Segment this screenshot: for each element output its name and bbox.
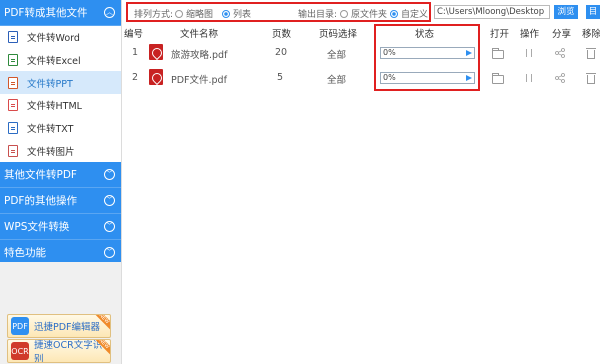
sidebar-item-ppt[interactable]: 文件转PPT [0,71,121,95]
ppt-doc-icon [8,76,18,89]
chevron-down-icon: ﹀ [104,195,115,207]
col-share: 分享 [552,29,572,40]
section-label: 特色功能 [4,247,46,260]
pause-icon[interactable] [526,49,532,57]
pause-icon[interactable] [526,74,532,82]
col-pages: 页数 [272,29,292,40]
sidebar-item-word[interactable]: 文件转Word [0,26,121,49]
sidebar-item-image[interactable]: 文件转图片 [0,139,121,162]
trash-icon[interactable] [586,48,596,59]
share-icon[interactable] [555,48,565,58]
sub-menu: 文件转Word 文件转Excel 文件转PPT 文件转HTML 文件转TXT 文… [0,26,121,163]
pdf-file-icon [149,69,163,85]
open-dir-button[interactable]: 目 [586,5,600,19]
txt-doc-icon [8,122,18,135]
row-pages: 20 [275,47,288,58]
main-panel: 排列方式: 缩略图 列表 输出目录: 原文件夹 自定义 C:\Users\Mlo… [122,0,600,364]
table-row[interactable]: 1 旅游攻略.pdf 20 全部 0% [122,40,600,66]
section-pdf-to-other[interactable]: PDF转成其他文件 ︿ [0,0,121,26]
col-remove: 移除 [582,29,600,40]
sidebar-item-label: 文件转Excel [27,56,81,68]
folder-icon[interactable] [492,48,504,59]
promo-pdf-editor[interactable]: PDF 迅捷PDF编辑器 NEW [7,314,111,338]
col-open: 打开 [490,29,510,40]
excel-doc-icon [8,54,18,67]
section-pdf-other-ops[interactable]: PDF的其他操作 ﹀ [0,188,121,215]
section-label: WPS文件转换 [4,221,70,234]
row-pages: 5 [277,72,284,83]
sidebar-item-html[interactable]: 文件转HTML [0,94,121,117]
col-action: 操作 [520,29,540,40]
status-highlight-box [374,24,480,91]
row-filename: 旅游攻略.pdf [171,50,228,61]
sidebar-item-label: 文件转Word [27,33,80,45]
html-doc-icon [8,99,18,112]
promo-area: PDF 迅捷PDF编辑器 NEW OCR 捷速OCR文字识别 NEW [0,262,121,364]
sidebar-item-label: 文件转HTML [27,101,82,113]
sidebar-item-label: 文件转PPT [27,78,73,90]
share-icon[interactable] [555,73,565,83]
ocr-icon: OCR [11,342,29,360]
section-label: PDF的其他操作 [4,195,77,208]
col-filename: 文件名称 [180,29,219,40]
browse-button[interactable]: 浏览 [554,5,578,19]
output-path-field[interactable]: C:\Users\Mloong\Desktop [434,5,550,19]
sidebar-item-excel[interactable]: 文件转Excel [0,49,121,72]
col-index: 编号 [124,29,144,40]
table-row[interactable]: 2 PDF文件.pdf 5 全部 0% [122,65,600,91]
sidebar-item-label: 文件转图片 [27,146,75,158]
col-page-range: 页码选择 [319,29,358,40]
row-page-range[interactable]: 全部 [327,72,346,86]
section-label: 其他文件转PDF [4,169,77,182]
promo-label: 迅捷PDF编辑器 [34,322,101,333]
folder-icon[interactable] [492,73,504,84]
word-doc-icon [8,31,18,44]
section-wps-convert[interactable]: WPS文件转换 ﹀ [0,214,121,241]
chevron-up-icon: ︿ [104,7,115,18]
sidebar-item-label: 文件转TXT [27,124,74,136]
chevron-down-icon: ﹀ [104,221,115,233]
table-header: 编号 文件名称 页数 页码选择 状态 打开 操作 分享 移除 [122,26,600,40]
options-highlight-box [126,2,431,22]
promo-ocr[interactable]: OCR 捷速OCR文字识别 NEW [7,339,111,363]
sidebar: PDF转成其他文件 ︿ 文件转Word 文件转Excel 文件转PPT 文件转H… [0,0,122,364]
row-filename: PDF文件.pdf [171,75,227,86]
trash-icon[interactable] [586,73,596,84]
sidebar-item-txt[interactable]: 文件转TXT [0,117,121,140]
row-index: 2 [132,72,139,83]
pdf-editor-icon: PDF [11,317,29,335]
section-label: PDF转成其他文件 [4,7,88,19]
row-page-range[interactable]: 全部 [327,47,346,61]
chevron-down-icon: ﹀ [104,247,115,259]
row-index: 1 [132,47,139,58]
image-doc-icon [8,144,18,157]
chevron-down-icon: ﹀ [104,169,115,181]
pdf-file-icon [149,44,163,60]
section-other-to-pdf[interactable]: 其他文件转PDF ﹀ [0,162,121,189]
toolbar: 排列方式: 缩略图 列表 输出目录: 原文件夹 自定义 C:\Users\Mlo… [122,0,600,24]
